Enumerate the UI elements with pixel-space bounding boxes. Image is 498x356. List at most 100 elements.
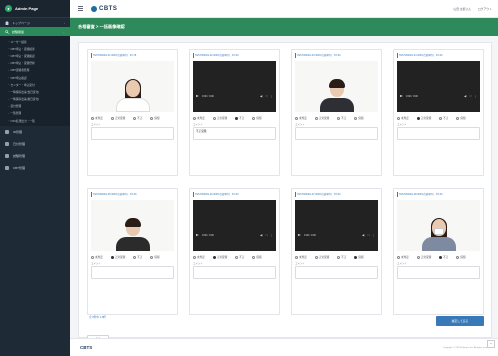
- more-icon[interactable]: ⋮: [475, 95, 478, 98]
- candidate-photo[interactable]: [91, 61, 174, 112]
- subnav-item[interactable]: 一時保存出来(当日受付): [0, 88, 70, 95]
- card-header[interactable]: TEST000001-07 000%合格率(5)：XX-00: [295, 192, 378, 197]
- judgement-radio[interactable]: 不正: [439, 255, 448, 259]
- subnav-item[interactable]: 受付管理: [0, 103, 70, 110]
- judgement-radio[interactable]: 正常受験: [416, 255, 431, 259]
- user-name[interactable]: 山田 太郎さん: [453, 7, 471, 11]
- candidate-photo[interactable]: [397, 200, 480, 251]
- judgement-radio[interactable]: 正常受験: [212, 116, 227, 120]
- sidebar-section-id[interactable]: ID管理: [0, 126, 70, 138]
- judgement-radio[interactable]: 保留: [456, 116, 466, 120]
- fullscreen-icon[interactable]: ⛶: [266, 234, 268, 237]
- judgement-radio[interactable]: 正常受験: [416, 116, 431, 120]
- subnav-item[interactable]: CBT申込確認: [0, 74, 70, 81]
- judgement-radio[interactable]: 正常受験: [110, 116, 125, 120]
- judgement-radio[interactable]: 正常受験: [314, 116, 329, 120]
- subnav-item[interactable]: CBT申込・受験確認: [0, 52, 70, 59]
- judgement-radio[interactable]: 保留: [150, 255, 160, 259]
- card-header[interactable]: TEST000001-01 000%合格率(5)：3X-78: [91, 53, 174, 58]
- radio-dot-icon: [295, 116, 298, 120]
- fullscreen-icon[interactable]: ⛶: [470, 95, 472, 98]
- judgement-radio[interactable]: 保留: [252, 255, 262, 259]
- subnav-item[interactable]: CBT申込・受験検索: [0, 45, 70, 52]
- judgement-radio[interactable]: 未判定: [193, 255, 205, 259]
- hamburger-menu-icon[interactable]: [78, 6, 83, 11]
- comment-textarea[interactable]: 不正受験: [193, 127, 276, 140]
- radio-dot-icon: [252, 116, 256, 120]
- judgement-radio[interactable]: 未判定: [295, 116, 307, 120]
- fullscreen-icon[interactable]: ⛶: [368, 234, 370, 237]
- brand[interactable]: ● Admin Page: [0, 0, 70, 18]
- comment-textarea[interactable]: [397, 266, 480, 279]
- volume-icon[interactable]: ◀): [260, 95, 263, 98]
- scroll-top-icon[interactable]: ⌃: [487, 340, 495, 348]
- judgement-radio[interactable]: 保留: [354, 255, 364, 259]
- judgement-radio[interactable]: 未判定: [397, 255, 409, 259]
- subnav-item[interactable]: センター・申込受付: [0, 81, 70, 88]
- judgement-radio[interactable]: 不正: [337, 255, 346, 259]
- fullscreen-icon[interactable]: ⛶: [266, 95, 268, 98]
- card-header[interactable]: TEST000001-05 000%合格率(5)：XX-00: [91, 192, 174, 197]
- judgement-radio[interactable]: 保留: [456, 255, 466, 259]
- play-icon[interactable]: [298, 234, 301, 236]
- video-time: 0:00 / 0:00: [304, 233, 316, 237]
- judgement-radio[interactable]: 未判定: [295, 255, 307, 259]
- judgement-radio[interactable]: 不正: [133, 116, 142, 120]
- judgement-radio[interactable]: 不正: [235, 255, 244, 259]
- comment-textarea[interactable]: [295, 266, 378, 279]
- judgement-radio[interactable]: 保留: [252, 116, 262, 120]
- card-header[interactable]: TEST000001-08 000%合格率(5)：XX-00: [397, 192, 480, 197]
- candidate-photo[interactable]: [295, 61, 378, 112]
- comment-textarea[interactable]: [397, 127, 480, 140]
- comment-textarea[interactable]: [91, 127, 174, 140]
- sidebar-section-cbt[interactable]: CBT管理: [0, 162, 70, 174]
- play-icon[interactable]: [196, 234, 199, 236]
- judgement-radio[interactable]: 不正: [235, 116, 244, 120]
- top-logo[interactable]: CBTS: [91, 5, 117, 12]
- subnav-item[interactable]: CBT申込・受験登録: [0, 60, 70, 67]
- judgement-radio[interactable]: 不正: [439, 116, 448, 120]
- judgement-radio[interactable]: 正常受験: [110, 255, 125, 259]
- video-player[interactable]: 0:00 / 0:00 ◀) ⛶ ⋮: [193, 200, 276, 251]
- subnav-item[interactable]: 一時保存出来(後日受付): [0, 96, 70, 103]
- comment-textarea[interactable]: [295, 127, 378, 140]
- comment-textarea[interactable]: [193, 266, 276, 279]
- judgement-radio[interactable]: 未判定: [91, 116, 103, 120]
- card-header[interactable]: TEST000001-03 000%合格率(5)：XX-00: [295, 53, 378, 58]
- play-icon[interactable]: [400, 95, 403, 97]
- more-icon[interactable]: ⋮: [373, 234, 376, 237]
- more-icon[interactable]: ⋮: [271, 234, 274, 237]
- judgement-radio[interactable]: 未判定: [397, 116, 409, 120]
- volume-icon[interactable]: ◀): [260, 234, 263, 237]
- judgement-radio[interactable]: 正常受験: [314, 255, 329, 259]
- logout-link[interactable]: ログアウト: [478, 7, 492, 11]
- judgement-radio[interactable]: 保留: [354, 116, 364, 120]
- comment-textarea[interactable]: [91, 266, 174, 279]
- save-button[interactable]: 確定して戻る: [436, 316, 484, 326]
- volume-icon[interactable]: ◀): [362, 234, 365, 237]
- subnav-item[interactable]: ユーザー検索: [0, 38, 70, 45]
- volume-icon[interactable]: ◀): [464, 95, 467, 98]
- card-header[interactable]: TEST000001-06 000%合格率(5)：XX-00: [193, 192, 276, 197]
- subnav-item[interactable]: 一覧管理: [0, 110, 70, 117]
- video-player[interactable]: 0:00 / 0:00 ◀) ⛶ ⋮: [397, 61, 480, 112]
- card-header[interactable]: TEST000001-04 000%合格率(5)：XX-00: [397, 53, 480, 58]
- judgement-radio[interactable]: 不正: [337, 116, 346, 120]
- subnav-item[interactable]: CBT受験者管理: [0, 67, 70, 74]
- judgement-radio[interactable]: 保留: [150, 116, 160, 120]
- card-header[interactable]: TEST000001-02 000%合格率(5)：XX-00: [193, 53, 276, 58]
- video-player[interactable]: 0:00 / 0:00 ◀) ⛶ ⋮: [295, 200, 378, 251]
- sidebar-section-test[interactable]: 試験管理: [0, 150, 70, 162]
- sidebar-item-exam[interactable]: 試験関連 ⌄: [0, 27, 70, 36]
- judgement-radio[interactable]: 正常受験: [212, 255, 227, 259]
- sidebar-section-date[interactable]: 日付管理: [0, 138, 70, 150]
- subnav-item[interactable]: CSV結果出力・一覧: [0, 117, 70, 124]
- video-player[interactable]: 0:00 / 0:00 ◀) ⛶ ⋮: [193, 61, 276, 112]
- play-icon[interactable]: [196, 95, 199, 97]
- judgement-radio[interactable]: 不正: [133, 255, 142, 259]
- judgement-radio[interactable]: 未判定: [193, 116, 205, 120]
- sidebar-item-top[interactable]: トップページ ›: [0, 18, 70, 27]
- candidate-photo[interactable]: [91, 200, 174, 251]
- more-icon[interactable]: ⋮: [271, 95, 274, 98]
- judgement-radio[interactable]: 未判定: [91, 255, 103, 259]
